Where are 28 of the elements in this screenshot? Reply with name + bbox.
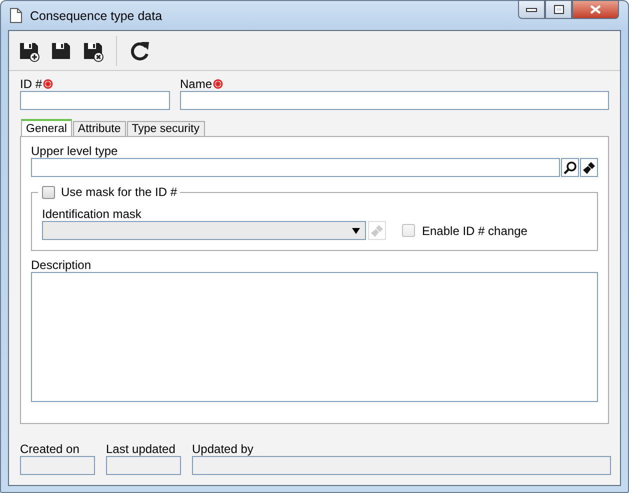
window-title: Consequence type data (30, 8, 162, 22)
field-label: Identification mask (42, 207, 142, 221)
field-label: Updated by (192, 442, 254, 456)
field-label: Upper level type (31, 144, 119, 158)
upper-level-type-field[interactable] (31, 158, 560, 177)
maximize-icon (554, 5, 564, 14)
minimize-button[interactable] (518, 0, 545, 19)
field-label: Created on (20, 442, 80, 456)
close-button[interactable] (572, 0, 619, 19)
field-label: Name (180, 77, 212, 91)
minimize-icon (526, 8, 537, 12)
tab[interactable]: Attribute (72, 121, 126, 136)
search-button[interactable] (561, 158, 579, 177)
description-field[interactable] (31, 272, 598, 402)
close-icon (589, 4, 602, 15)
text-field[interactable] (20, 91, 170, 110)
checkbox[interactable] (42, 186, 55, 198)
checkbox-label: Use mask for the ID # (61, 185, 178, 199)
field-label: Last updated (106, 442, 176, 456)
document-icon (10, 8, 22, 23)
clear-button[interactable] (580, 158, 598, 177)
checkbox-label: Enable ID # change (422, 224, 528, 238)
field-label: ID # (20, 77, 42, 91)
maximize-button[interactable] (545, 0, 572, 19)
text-field[interactable] (180, 91, 609, 110)
field-label: Description (31, 258, 92, 272)
tab[interactable]: Type security (126, 121, 204, 136)
tab[interactable]: General (21, 119, 72, 136)
